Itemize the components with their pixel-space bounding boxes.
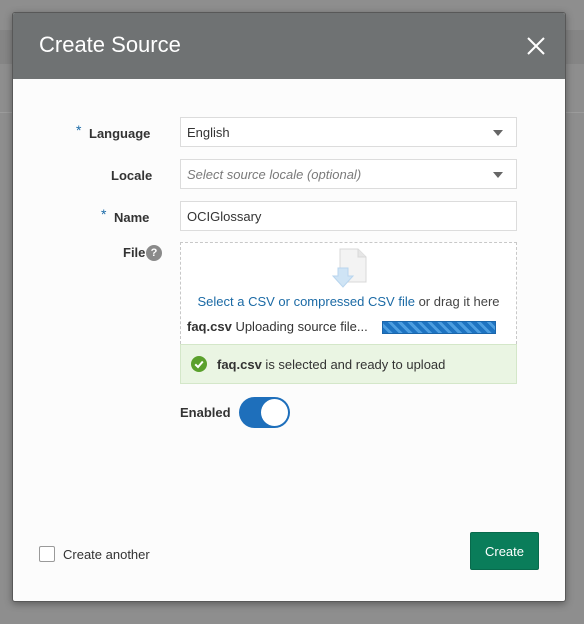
upload-progress-bar <box>382 321 496 334</box>
drop-instructions: Select a CSV or compressed CSV file or d… <box>181 294 516 309</box>
create-another-label: Create another <box>63 547 150 562</box>
language-select[interactable]: English <box>180 117 517 147</box>
close-icon[interactable] <box>523 33 549 59</box>
dialog-header: Create Source <box>13 13 565 79</box>
file-drop-zone[interactable]: Select a CSV or compressed CSV file or d… <box>180 242 517 344</box>
required-marker: * <box>76 122 82 138</box>
check-circle-icon <box>191 356 207 372</box>
locale-select[interactable]: Select source locale (optional) <box>180 159 517 189</box>
chevron-down-icon <box>493 130 503 136</box>
status-message: is selected and ready to upload <box>261 357 446 372</box>
upload-status-row: faq.csv Uploading source file... <box>187 319 368 334</box>
select-file-link[interactable]: Select a CSV or compressed CSV file <box>197 294 414 309</box>
status-text: faq.csv is selected and ready to upload <box>217 357 445 372</box>
status-filename: faq.csv <box>217 357 262 372</box>
enabled-toggle[interactable] <box>239 397 290 428</box>
chevron-down-icon <box>493 172 503 178</box>
locale-placeholder: Select source locale (optional) <box>187 167 362 182</box>
create-button[interactable]: Create <box>470 532 539 570</box>
file-label: File <box>123 245 146 260</box>
upload-status-text: Uploading source file... <box>235 319 368 334</box>
create-another-checkbox[interactable] <box>39 546 55 562</box>
create-source-dialog: Create Source * Language English Locale … <box>12 12 566 602</box>
name-label: Name <box>114 210 150 225</box>
upload-filename: faq.csv <box>187 319 232 334</box>
file-ready-message: faq.csv is selected and ready to upload <box>180 344 517 384</box>
help-icon[interactable]: ? <box>146 245 162 261</box>
dialog-title: Create Source <box>39 32 181 57</box>
language-label: Language <box>89 126 151 141</box>
required-marker: * <box>101 206 107 222</box>
name-input[interactable]: OCIGlossary <box>180 201 517 231</box>
language-value: English <box>187 125 230 140</box>
file-upload-icon <box>330 248 370 288</box>
toggle-knob <box>261 399 288 426</box>
enabled-label: Enabled <box>180 405 231 420</box>
locale-label: Locale <box>111 168 153 183</box>
name-value: OCIGlossary <box>187 209 262 224</box>
drop-suffix: or drag it here <box>414 294 500 309</box>
